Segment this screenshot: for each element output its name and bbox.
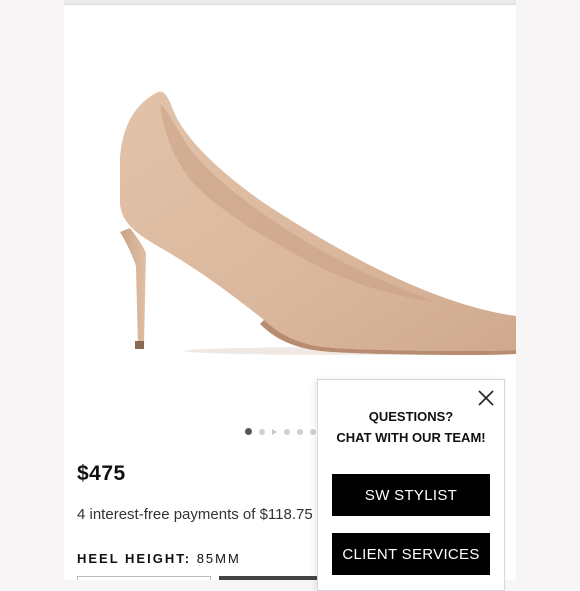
- heel-height: HEEL HEIGHT: 85MM: [77, 551, 241, 566]
- video-play-icon[interactable]: [272, 428, 277, 435]
- chat-prompt-line1: QUESTIONS?: [368, 409, 454, 424]
- gallery-dot-active[interactable]: [245, 428, 252, 435]
- gallery-dots: [245, 428, 316, 435]
- installment-text: 4 interest-free payments of $118.75 w: [77, 506, 328, 523]
- product-image[interactable]: [64, 8, 516, 380]
- size-option[interactable]: [77, 576, 211, 580]
- chat-prompt: QUESTIONS? CHAT WITH OUR TEAM!: [318, 406, 504, 448]
- heel-height-label: HEEL HEIGHT:: [77, 551, 192, 566]
- chat-popup: QUESTIONS? CHAT WITH OUR TEAM! SW STYLIS…: [317, 379, 505, 591]
- heel-height-value: 85MM: [196, 551, 241, 566]
- product-price: $475: [77, 462, 126, 485]
- gallery-dot[interactable]: [297, 428, 303, 435]
- gallery-dot[interactable]: [310, 428, 316, 435]
- chat-prompt-line2: CHAT WITH OUR TEAM!: [336, 430, 486, 445]
- client-services-button[interactable]: CLIENT SERVICES: [332, 533, 490, 575]
- gallery-dot[interactable]: [259, 428, 265, 435]
- sw-stylist-button[interactable]: SW STYLIST: [332, 474, 490, 516]
- header-bar: [64, 0, 516, 5]
- gallery-dot[interactable]: [284, 428, 290, 435]
- close-icon[interactable]: [476, 388, 496, 408]
